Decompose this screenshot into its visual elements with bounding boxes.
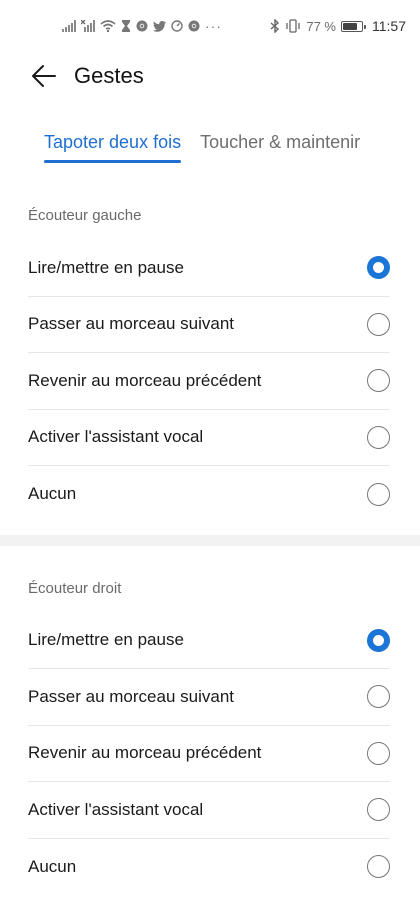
radio-unchecked[interactable] xyxy=(367,798,390,822)
bluetooth-icon xyxy=(270,19,280,33)
back-button[interactable] xyxy=(28,60,60,92)
vibrate-icon xyxy=(286,19,301,33)
option-next-track-right[interactable]: Passer au morceau suivant xyxy=(28,669,390,726)
radio-unchecked[interactable] xyxy=(367,855,390,879)
more-notifications-icon: ··· xyxy=(205,18,222,34)
radio-unchecked[interactable] xyxy=(367,312,390,336)
chrome-icon xyxy=(188,20,200,32)
section-right-earbud: Écouteur droit Lire/mettre en pause Pass… xyxy=(0,563,420,896)
radio-unchecked[interactable] xyxy=(367,685,390,709)
app-bar: Gestes xyxy=(0,52,420,100)
option-label: Activer l'assistant vocal xyxy=(28,799,204,819)
gesture-tabs: Tapoter deux fois Toucher & maintenir xyxy=(0,116,420,176)
radio-unchecked[interactable] xyxy=(367,369,390,393)
battery-level xyxy=(343,22,357,30)
option-play-pause-right[interactable]: Lire/mettre en pause xyxy=(28,613,390,669)
radio-checked[interactable] xyxy=(367,256,390,280)
option-next-track-left[interactable]: Passer au morceau suivant xyxy=(28,297,390,353)
arrow-left-icon xyxy=(32,65,56,87)
radio-unchecked[interactable] xyxy=(367,425,390,449)
battery-percent: 77 % xyxy=(306,18,336,34)
option-label: Revenir au morceau précédent xyxy=(28,370,262,390)
tab-double-tap[interactable]: Tapoter deux fois xyxy=(44,116,182,163)
option-label: Passer au morceau suivant xyxy=(28,686,234,706)
option-label: Activer l'assistant vocal xyxy=(28,427,204,447)
section-header-left: Écouteur gauche xyxy=(28,207,142,224)
status-time: 11:57 xyxy=(372,18,406,34)
no-signal-icon xyxy=(81,20,95,32)
page-title: Gestes xyxy=(74,63,144,88)
option-none-right[interactable]: Aucun xyxy=(28,839,390,896)
speedometer-icon xyxy=(171,20,183,32)
option-none-left[interactable]: Aucun xyxy=(28,466,390,523)
option-label: Lire/mettre en pause xyxy=(28,630,184,650)
twitter-icon xyxy=(153,20,166,32)
signal-icon xyxy=(62,20,76,32)
section-left-earbud: Écouteur gauche Lire/mettre en pause Pas… xyxy=(0,190,420,523)
option-previous-track-left[interactable]: Revenir au morceau précédent xyxy=(28,353,390,410)
hourglass-icon xyxy=(122,20,130,32)
option-label: Lire/mettre en pause xyxy=(28,257,184,277)
options-list-right: Lire/mettre en pause Passer au morceau s… xyxy=(28,613,390,896)
status-icons-right: 77 % 11:57 xyxy=(270,18,406,34)
option-label: Passer au morceau suivant xyxy=(28,314,234,334)
options-list-left: Lire/mettre en pause Passer au morceau s… xyxy=(28,240,390,523)
battery-icon xyxy=(341,20,366,32)
radio-unchecked[interactable] xyxy=(367,482,390,506)
option-voice-assistant-left[interactable]: Activer l'assistant vocal xyxy=(28,410,390,466)
status-bar: ··· 77 % 11:57 xyxy=(0,0,420,52)
radio-unchecked[interactable] xyxy=(367,741,390,765)
chrome-icon xyxy=(136,20,148,32)
option-voice-assistant-right[interactable]: Activer l'assistant vocal xyxy=(28,782,390,839)
wifi-icon xyxy=(100,20,116,32)
option-label: Aucun xyxy=(28,856,77,876)
option-label: Revenir au morceau précédent xyxy=(28,743,262,763)
option-label: Aucun xyxy=(28,484,77,504)
tab-touch-hold[interactable]: Toucher & maintenir xyxy=(200,116,360,153)
option-previous-track-right[interactable]: Revenir au morceau précédent xyxy=(28,726,390,782)
section-divider xyxy=(0,534,420,546)
option-play-pause-left[interactable]: Lire/mettre en pause xyxy=(28,240,390,297)
radio-checked[interactable] xyxy=(367,628,390,652)
section-header-right: Écouteur droit xyxy=(28,579,122,597)
status-icons-left: ··· xyxy=(62,18,222,34)
